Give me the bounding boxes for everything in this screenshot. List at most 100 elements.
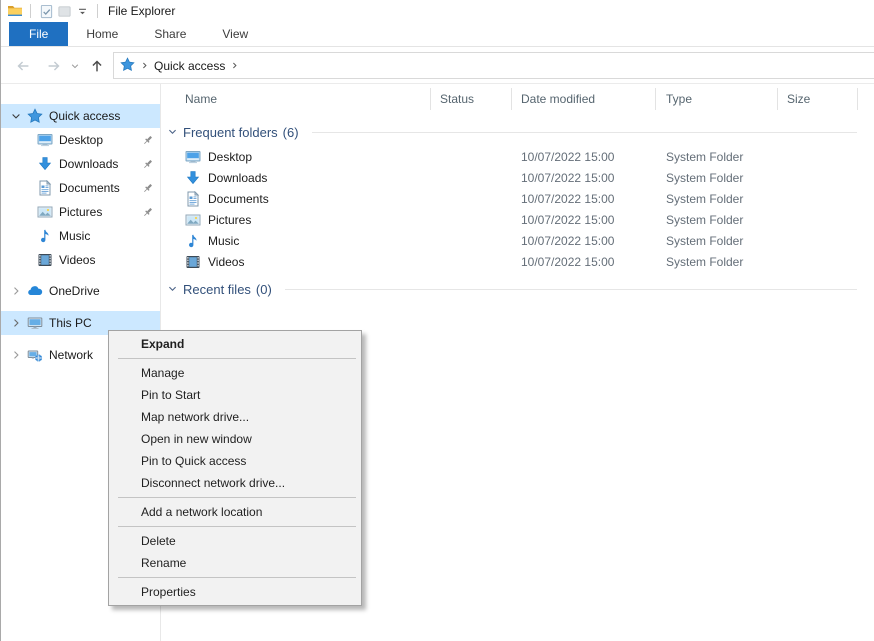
group-header-recent-files[interactable]: Recent files (0) (167, 279, 857, 299)
music-icon (37, 228, 53, 244)
file-name: Pictures (208, 213, 251, 227)
breadcrumb[interactable]: Quick access (154, 59, 225, 73)
quick-access-star-icon (27, 108, 43, 124)
documents-icon (37, 180, 53, 196)
sidebar-item-downloads[interactable]: Downloads (1, 152, 160, 176)
sidebar-item-music[interactable]: Music (1, 224, 160, 248)
tab-share[interactable]: Share (136, 22, 204, 46)
pin-icon (141, 158, 154, 171)
file-date-modified: 10/07/2022 15:00 (521, 234, 614, 248)
tab-file[interactable]: File (9, 22, 68, 46)
file-row-downloads[interactable]: Downloads 10/07/2022 15:00 System Folder (161, 168, 874, 189)
videos-icon (37, 252, 53, 268)
chevron-right-icon[interactable] (9, 316, 23, 330)
column-divider[interactable] (655, 88, 656, 110)
address-bar[interactable]: Quick access (113, 52, 874, 79)
column-divider[interactable] (777, 88, 778, 110)
chevron-down-icon[interactable] (9, 109, 23, 123)
desktop-icon (37, 132, 53, 148)
menu-item-manage[interactable]: Manage (109, 362, 361, 384)
chevron-down-icon[interactable] (167, 282, 178, 297)
pictures-icon (185, 212, 201, 228)
file-row-desktop[interactable]: Desktop 10/07/2022 15:00 System Folder (161, 147, 874, 168)
properties-icon[interactable] (37, 2, 55, 20)
file-date-modified: 10/07/2022 15:00 (521, 213, 614, 227)
menu-item-add-a-network-location[interactable]: Add a network location (109, 501, 361, 523)
menu-separator (118, 497, 356, 498)
group-count: (0) (256, 282, 272, 297)
ribbon-tab-strip: File Home Share View (1, 22, 874, 47)
sidebar-item-onedrive[interactable]: OneDrive (1, 279, 160, 303)
sidebar-item-label: Network (49, 348, 93, 362)
sidebar-item-videos[interactable]: Videos (1, 248, 160, 272)
chevron-right-icon[interactable] (9, 284, 23, 298)
menu-item-open-in-new-window[interactable]: Open in new window (109, 428, 361, 450)
group-count: (6) (283, 125, 299, 140)
music-icon (185, 233, 201, 249)
menu-separator (118, 358, 356, 359)
file-row-videos[interactable]: Videos 10/07/2022 15:00 System Folder (161, 252, 874, 273)
menu-item-pin-to-quick-access[interactable]: Pin to Quick access (109, 450, 361, 472)
context-menu: Expand Manage Pin to Start Map network d… (108, 330, 362, 606)
up-icon[interactable] (87, 56, 107, 76)
column-header-type[interactable]: Type (666, 92, 692, 106)
file-type: System Folder (666, 234, 743, 248)
group-header-frequent-folders[interactable]: Frequent folders (6) (167, 122, 857, 142)
column-divider[interactable] (511, 88, 512, 110)
desktop-icon (185, 149, 201, 165)
tab-view[interactable]: View (204, 22, 266, 46)
menu-item-properties[interactable]: Properties (109, 581, 361, 603)
group-title: Frequent folders (183, 125, 278, 140)
file-row-documents[interactable]: Documents 10/07/2022 15:00 System Folder (161, 189, 874, 210)
column-header-name[interactable]: Name (185, 92, 217, 106)
sidebar-item-documents[interactable]: Documents (1, 176, 160, 200)
column-header-size[interactable]: Size (787, 92, 810, 106)
recent-locations-chevron-icon[interactable] (69, 56, 81, 76)
menu-item-expand[interactable]: Expand (109, 333, 361, 355)
file-row-music[interactable]: Music 10/07/2022 15:00 System Folder (161, 231, 874, 252)
file-date-modified: 10/07/2022 15:00 (521, 192, 614, 206)
sidebar-item-quick-access[interactable]: Quick access (1, 104, 160, 128)
onedrive-cloud-icon (27, 283, 43, 299)
file-row-pictures[interactable]: Pictures 10/07/2022 15:00 System Folder (161, 210, 874, 231)
menu-item-rename[interactable]: Rename (109, 552, 361, 574)
back-icon[interactable] (13, 56, 33, 76)
menu-item-pin-to-start[interactable]: Pin to Start (109, 384, 361, 406)
network-icon (27, 347, 43, 363)
file-explorer-window: File Explorer File Home Share View Quic (0, 0, 874, 641)
column-divider[interactable] (857, 88, 858, 110)
menu-item-disconnect-network-drive[interactable]: Disconnect network drive... (109, 472, 361, 494)
breadcrumb-chevron-icon[interactable] (140, 59, 149, 73)
videos-icon (185, 254, 201, 270)
pin-icon (141, 134, 154, 147)
chevron-right-icon[interactable] (9, 348, 23, 362)
pictures-icon (37, 204, 53, 220)
forward-icon[interactable] (44, 56, 64, 76)
column-header-date-modified[interactable]: Date modified (521, 92, 595, 106)
sidebar-item-desktop[interactable]: Desktop (1, 128, 160, 152)
file-name: Videos (208, 255, 244, 269)
menu-item-delete[interactable]: Delete (109, 530, 361, 552)
tab-home[interactable]: Home (68, 22, 136, 46)
column-header-status[interactable]: Status (440, 92, 474, 106)
chevron-down-icon[interactable] (167, 125, 178, 140)
customize-chevron-icon[interactable] (73, 2, 91, 20)
menu-item-map-network-drive[interactable]: Map network drive... (109, 406, 361, 428)
file-name: Music (208, 234, 239, 248)
file-type: System Folder (666, 213, 743, 227)
group-divider-line (312, 132, 857, 133)
file-name: Documents (208, 192, 269, 206)
explorer-folder-icon (6, 2, 24, 20)
navigation-bar: Quick access (1, 47, 874, 84)
downloads-icon (185, 170, 201, 186)
documents-icon (185, 191, 201, 207)
sidebar-item-pictures[interactable]: Pictures (1, 200, 160, 224)
sidebar-item-label: This PC (49, 316, 92, 330)
file-type: System Folder (666, 192, 743, 206)
sidebar-item-label: Music (59, 229, 90, 243)
breadcrumb-chevron-icon[interactable] (230, 59, 239, 73)
new-folder-icon[interactable] (55, 2, 73, 20)
column-divider[interactable] (430, 88, 431, 110)
menu-separator (118, 526, 356, 527)
pin-icon (141, 206, 154, 219)
